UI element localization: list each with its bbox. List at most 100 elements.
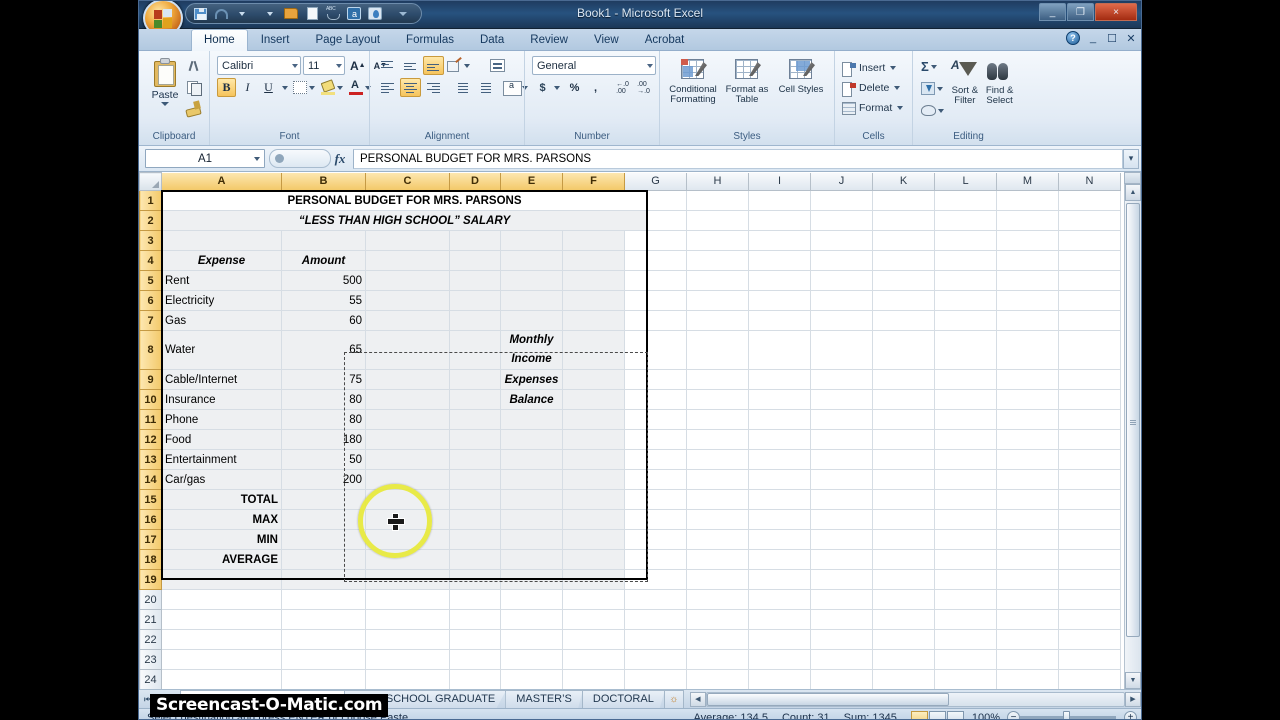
cell-H7[interactable] (686, 310, 749, 331)
cell-B14[interactable]: 200 (281, 469, 366, 490)
cell-M2[interactable] (996, 210, 1059, 231)
zoom-in-button[interactable]: + (1124, 711, 1137, 719)
cell-F9[interactable] (562, 369, 625, 390)
cell-H16[interactable] (686, 509, 749, 530)
cell-E3[interactable] (500, 230, 563, 251)
cell-G7[interactable] (624, 310, 687, 331)
cell-C24[interactable] (365, 669, 450, 689)
number-format-combo[interactable]: General (532, 56, 656, 75)
decrease-decimal-icon[interactable]: .00 →.0 (634, 78, 653, 97)
cell-B17[interactable] (281, 529, 366, 550)
cell-D16[interactable] (449, 509, 501, 530)
cell-J22[interactable] (810, 629, 873, 650)
cell-M21[interactable] (996, 609, 1059, 630)
col-header-K[interactable]: K (872, 172, 935, 191)
cell-L2[interactable] (934, 210, 997, 231)
cell-F13[interactable] (562, 449, 625, 470)
cell-N16[interactable] (1058, 509, 1121, 530)
italic-button[interactable]: I (238, 78, 257, 97)
cell-K22[interactable] (872, 629, 935, 650)
cell-H3[interactable] (686, 230, 749, 251)
cell-F11[interactable] (562, 409, 625, 430)
cell-A21[interactable] (161, 609, 282, 630)
cell-N14[interactable] (1058, 469, 1121, 490)
cell-M16[interactable] (996, 509, 1059, 530)
cell-M12[interactable] (996, 429, 1059, 450)
cell-G21[interactable] (624, 609, 687, 630)
paste-dropdown-icon[interactable] (161, 102, 169, 106)
cell-G5[interactable] (624, 270, 687, 291)
cell-N10[interactable] (1058, 389, 1121, 410)
cell-B22[interactable] (281, 629, 366, 650)
cell-I7[interactable] (748, 310, 811, 331)
cell-F23[interactable] (562, 649, 625, 670)
cell-C15[interactable] (365, 489, 450, 510)
cell-M9[interactable] (996, 369, 1059, 390)
cell-D7[interactable] (449, 310, 501, 331)
cell-C12[interactable] (365, 429, 450, 450)
cell-M23[interactable] (996, 649, 1059, 670)
cell-N2[interactable] (1058, 210, 1121, 231)
fill-button[interactable] (920, 79, 947, 98)
cell-I4[interactable] (748, 250, 811, 271)
cell-C21[interactable] (365, 609, 450, 630)
cell-A15[interactable]: TOTAL (161, 489, 282, 510)
cell-C5[interactable] (365, 270, 450, 291)
cell-A1-merged-title[interactable]: PERSONAL BUDGET FOR MRS. PARSONS (162, 191, 647, 211)
cell-N3[interactable] (1058, 230, 1121, 251)
cell-K16[interactable] (872, 509, 935, 530)
format-cells-button[interactable]: Format (842, 98, 905, 118)
cell-F19[interactable] (562, 569, 625, 590)
cell-J16[interactable] (810, 509, 873, 530)
cell-F6[interactable] (562, 290, 625, 311)
cell-H22[interactable] (686, 629, 749, 650)
cell-D10[interactable] (449, 389, 501, 410)
cell-G8[interactable] (624, 330, 687, 370)
cell-N11[interactable] (1058, 409, 1121, 430)
cell-B5[interactable]: 500 (281, 270, 366, 291)
cell-M4[interactable] (996, 250, 1059, 271)
cell-H5[interactable] (686, 270, 749, 291)
cell-B10[interactable]: 80 (281, 389, 366, 410)
cell-M18[interactable] (996, 549, 1059, 570)
page-layout-view-icon[interactable] (928, 710, 946, 719)
cell-B18[interactable] (281, 549, 366, 570)
cell-I10[interactable] (748, 389, 811, 410)
cell-M10[interactable] (996, 389, 1059, 410)
cell-B9[interactable]: 75 (281, 369, 366, 390)
cell-J15[interactable] (810, 489, 873, 510)
normal-view-icon[interactable] (910, 710, 928, 719)
decrease-indent-icon[interactable] (450, 78, 471, 97)
cell-G22[interactable] (624, 629, 687, 650)
cell-E19[interactable] (500, 569, 563, 590)
row-header-8[interactable]: 8 (139, 330, 162, 370)
tab-review[interactable]: Review (517, 29, 581, 51)
copy-icon[interactable] (184, 79, 202, 96)
tab-page-layout[interactable]: Page Layout (302, 29, 393, 51)
cell-J18[interactable] (810, 549, 873, 570)
cell-H8[interactable] (686, 330, 749, 370)
sheet-tab-masters[interactable]: MASTER’S (505, 690, 583, 708)
cell-E10[interactable]: Balance (500, 389, 563, 410)
cell-D14[interactable] (449, 469, 501, 490)
cell-H14[interactable] (686, 469, 749, 490)
cell-E24[interactable] (500, 669, 563, 689)
cell-M11[interactable] (996, 409, 1059, 430)
cell-I17[interactable] (748, 529, 811, 550)
cell-M7[interactable] (996, 310, 1059, 331)
cell-B16[interactable] (281, 509, 366, 530)
cell-N15[interactable] (1058, 489, 1121, 510)
hscroll-right-button[interactable]: ▶ (1125, 691, 1141, 707)
font-name-combo[interactable]: Calibri (217, 56, 301, 75)
cell-I21[interactable] (748, 609, 811, 630)
cell-N17[interactable] (1058, 529, 1121, 550)
cell-K1[interactable] (872, 190, 935, 211)
cell-L16[interactable] (934, 509, 997, 530)
cell-M24[interactable] (996, 669, 1059, 689)
cell-A16[interactable]: MAX (161, 509, 282, 530)
help-icon[interactable]: ? (1066, 31, 1080, 45)
cell-J19[interactable] (810, 569, 873, 590)
insert-cells-button[interactable]: Insert (842, 58, 898, 78)
cell-K19[interactable] (872, 569, 935, 590)
cell-L8[interactable] (934, 330, 997, 370)
